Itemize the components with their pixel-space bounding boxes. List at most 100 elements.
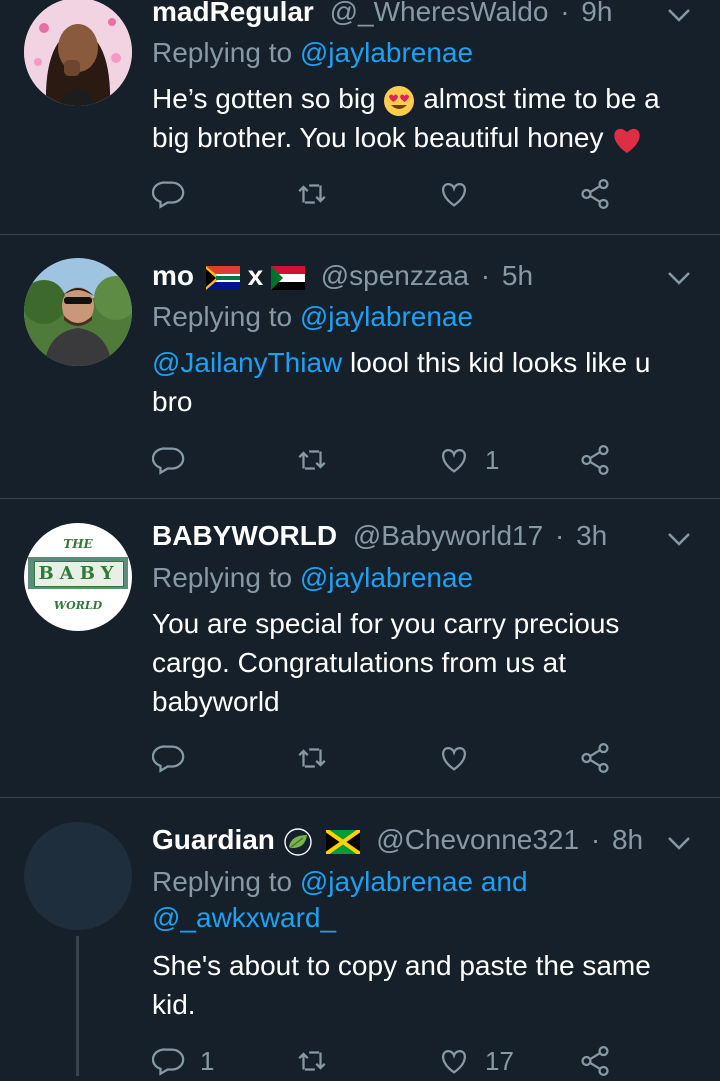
replying-to-mention[interactable]: @jaylabrenae [300, 37, 473, 68]
replying-to-line: Replying to @jaylabrenae [152, 35, 700, 71]
retweet-button[interactable] [295, 440, 329, 480]
reply-button[interactable] [152, 440, 200, 480]
share-button[interactable] [578, 738, 612, 778]
display-name[interactable]: BABYWORLD [152, 520, 337, 551]
tweet-text: You are special for you carry precious c… [152, 608, 620, 717]
display-name[interactable]: Guardian [152, 824, 275, 855]
reply-count: 1 [200, 1045, 215, 1076]
sudan-flag-icon [270, 265, 305, 290]
user-handle[interactable]: @_WheresWaldo [330, 0, 549, 27]
share-icon [581, 444, 609, 476]
time-separator: · [560, 0, 570, 27]
like-button[interactable]: 17 [437, 1041, 514, 1081]
tweet-actions: 1 17 [152, 1041, 652, 1081]
tweet-actions [152, 174, 652, 214]
retweet-icon [298, 748, 326, 768]
reply-icon [152, 745, 185, 773]
avatar[interactable] [24, 258, 132, 366]
heart-icon [442, 182, 466, 207]
user-handle[interactable]: @Babyworld17 [353, 520, 543, 551]
avatar[interactable] [24, 0, 132, 106]
chevron-down-icon[interactable] [664, 263, 694, 293]
jamaica-flag-icon [326, 829, 361, 854]
time-separator: · [554, 520, 565, 551]
share-icon [581, 178, 609, 210]
replying-to-mention[interactable]: @jaylabrenae [300, 562, 473, 593]
reply-icon [152, 1048, 185, 1076]
tweet-text: He’s gotten so big almost time to be a b… [152, 79, 690, 157]
mention-link[interactable]: @JailanyThiaw [152, 347, 342, 378]
display-name[interactable]: mo [152, 260, 194, 291]
heart-eyes-emoji-icon [384, 85, 415, 116]
chevron-down-icon[interactable] [664, 524, 694, 554]
retweet-icon [298, 450, 326, 470]
babyworld-logo: THE BABY WORLD [24, 523, 132, 631]
share-icon [581, 742, 609, 774]
reply-button[interactable]: 1 [152, 1041, 214, 1081]
tweet-card[interactable]: mo x @spenzzaa · 5h Replying to @jaylabr… [0, 235, 720, 498]
replying-to-line: Replying to @jaylabrenae [152, 560, 700, 596]
tweet-header: mo x @spenzzaa · 5h [152, 258, 650, 294]
like-count: 17 [485, 1045, 514, 1076]
heart-icon [442, 1049, 466, 1074]
south-africa-flag-icon [205, 265, 240, 290]
replying-to-mention-2[interactable]: @_awkxward_ [152, 902, 336, 933]
tweet-card[interactable]: madRegular @_WheresWaldo · 9h Replying t… [0, 0, 720, 234]
tweet-text-part: He’s gotten so big [152, 83, 376, 114]
tweet-text: She's about to copy and paste the same k… [152, 950, 651, 1020]
timestamp[interactable]: 5h [502, 260, 533, 291]
like-button[interactable] [437, 738, 485, 778]
share-icon [581, 1045, 609, 1077]
tweet-actions [152, 738, 652, 778]
time-separator: · [480, 260, 491, 291]
tweet-card[interactable]: Guardian @Chevonne321 · 8h Replying to @… [0, 798, 720, 1077]
reply-button[interactable] [152, 174, 200, 214]
chevron-down-icon[interactable] [664, 828, 694, 858]
heart-icon [442, 746, 466, 771]
tweet-card[interactable]: THE BABY WORLD BABYWORLD @Babyworld17 · … [0, 499, 720, 797]
leaf-icon [284, 827, 312, 856]
like-button[interactable] [437, 174, 485, 214]
like-button[interactable]: 1 [437, 440, 499, 480]
user-handle[interactable]: @Chevonne321 [376, 824, 579, 855]
retweet-icon [298, 184, 326, 204]
tweet-header: Guardian @Chevonne321 · 8h [152, 822, 650, 858]
replying-to-label: Replying to [152, 866, 293, 897]
retweet-button[interactable] [295, 174, 329, 214]
replying-to-label: Replying to [152, 301, 293, 332]
share-button[interactable] [578, 174, 612, 214]
replying-to-label: Replying to [152, 562, 293, 593]
retweet-button[interactable] [295, 1041, 329, 1081]
tweet-header: BABYWORLD @Babyworld17 · 3h [152, 518, 650, 554]
retweet-icon [298, 1051, 326, 1071]
heart-icon [442, 448, 466, 473]
replying-to-mention[interactable]: @jaylabrenae [300, 866, 473, 897]
replying-to-mention[interactable]: @jaylabrenae [300, 301, 473, 332]
timestamp[interactable]: 3h [576, 520, 607, 551]
share-button[interactable] [578, 440, 612, 480]
retweet-button[interactable] [295, 738, 329, 778]
time-separator: · [590, 824, 601, 855]
red-heart-emoji-icon [614, 128, 640, 153]
thread-line [76, 936, 79, 1076]
name-separator: x [247, 260, 264, 291]
logo-text-mid: BABY [34, 561, 124, 587]
replying-to-and: and [480, 866, 528, 897]
avatar[interactable]: THE BABY WORLD [24, 523, 132, 631]
reply-button[interactable] [152, 738, 200, 778]
reply-icon [152, 447, 185, 475]
tweet-header: madRegular @_WheresWaldo · 9h [152, 0, 650, 30]
timestamp[interactable]: 8h [612, 824, 643, 855]
logo-text-top: THE [63, 537, 93, 551]
like-count: 1 [485, 444, 500, 475]
replying-to-line: Replying to @jaylabrenae [152, 299, 700, 335]
display-name[interactable]: madRegular [152, 0, 314, 27]
share-button[interactable] [578, 1041, 612, 1081]
avatar-photo [24, 258, 132, 366]
timestamp[interactable]: 9h [581, 0, 612, 27]
avatar[interactable] [24, 822, 132, 930]
tweet-actions: 1 [152, 440, 652, 480]
replying-to-line: Replying to @jaylabrenae and @_awkxward_ [152, 864, 700, 936]
user-handle[interactable]: @spenzzaa [321, 260, 469, 291]
chevron-down-icon[interactable] [664, 0, 694, 30]
